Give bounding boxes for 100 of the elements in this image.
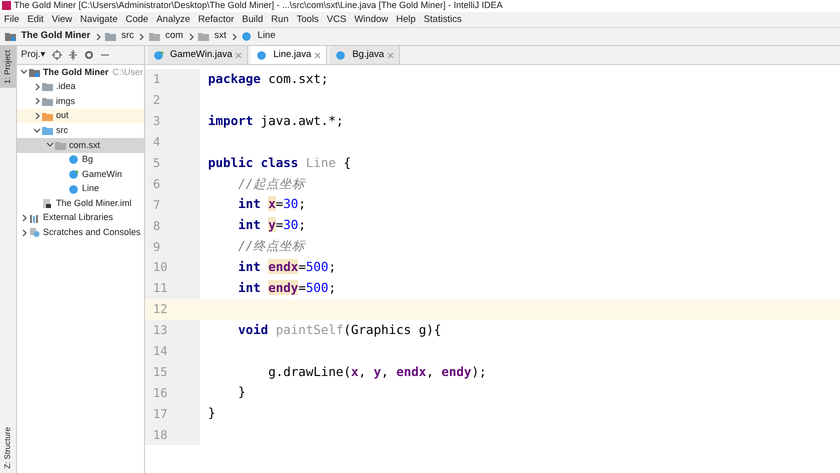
folder-icon bbox=[148, 32, 160, 41]
target-icon[interactable] bbox=[52, 50, 62, 60]
line-number: 6 bbox=[145, 173, 200, 194]
line-number: 11 bbox=[145, 278, 200, 299]
tree-item[interactable]: .idea bbox=[17, 80, 144, 94]
line-number: 2 bbox=[145, 90, 200, 111]
collapse-icon[interactable] bbox=[68, 50, 78, 60]
line-number: 18 bbox=[145, 424, 200, 446]
class-icon bbox=[68, 184, 79, 194]
tree-item[interactable]: out bbox=[17, 108, 144, 124]
tree-item[interactable]: Bg bbox=[17, 152, 144, 168]
editor-tab[interactable]: Bg.java bbox=[330, 46, 400, 64]
panel-title[interactable]: Proj.▾ bbox=[21, 48, 46, 62]
line-number: 13 bbox=[145, 320, 200, 341]
scratch-icon bbox=[29, 228, 40, 238]
menu-item[interactable]: File bbox=[0, 12, 24, 28]
close-icon[interactable] bbox=[314, 52, 322, 58]
tree-item[interactable]: GameWin bbox=[17, 167, 144, 182]
folder-icon bbox=[198, 32, 209, 41]
tree-label: The Gold Miner bbox=[43, 66, 109, 79]
menu-item[interactable]: View bbox=[48, 12, 76, 28]
line-number: 1 bbox=[145, 69, 200, 90]
menu-item[interactable]: Build bbox=[238, 12, 268, 28]
tree-label: src bbox=[56, 124, 68, 137]
settings-icon[interactable] bbox=[84, 50, 94, 60]
tree-label: The Gold Miner.iml bbox=[56, 196, 132, 210]
tool-window-tab[interactable]: Z: Structure bbox=[0, 423, 16, 473]
menu-item[interactable]: Tools bbox=[292, 12, 323, 28]
breadcrumb-item[interactable]: sxt bbox=[214, 29, 226, 44]
line-number: 16 bbox=[145, 382, 200, 404]
tree-item[interactable]: com.sxt bbox=[17, 138, 144, 153]
code-line: g.drawLine(x, y, endx, endy); bbox=[267, 362, 487, 381]
code-line: import java.awt.*; bbox=[207, 112, 344, 130]
code-line: int endx=500; bbox=[237, 258, 336, 276]
menu-item[interactable]: Help bbox=[392, 12, 420, 28]
tree-item[interactable]: Line bbox=[17, 182, 144, 196]
code-line: void paintSelf(Graphics g){ bbox=[237, 320, 442, 339]
editor-tab[interactable]: GameWin.java bbox=[148, 46, 248, 64]
module-icon bbox=[4, 32, 16, 41]
menu-item[interactable]: Edit bbox=[23, 12, 48, 28]
line-number: 17 bbox=[145, 403, 200, 424]
tree-item[interactable]: imgs bbox=[17, 94, 144, 109]
class-icon bbox=[68, 155, 79, 164]
line-number: 9 bbox=[145, 236, 200, 258]
tree-label: imgs bbox=[56, 94, 76, 108]
breadcrumb-item[interactable]: src bbox=[121, 29, 134, 44]
menu-item[interactable]: Analyze bbox=[152, 12, 194, 28]
class-icon bbox=[335, 50, 346, 60]
line-number: 7 bbox=[145, 194, 200, 216]
line-number: 5 bbox=[145, 152, 200, 174]
code-line: } bbox=[237, 383, 246, 402]
menu-item[interactable]: Refactor bbox=[194, 12, 238, 28]
tree-item[interactable]: src bbox=[17, 123, 144, 138]
folder-icon bbox=[42, 96, 53, 106]
code-line: public class Line { bbox=[207, 154, 352, 172]
line-number: 14 bbox=[145, 340, 200, 362]
code-line: int x=30; bbox=[237, 195, 306, 214]
menu-item[interactable]: Code bbox=[122, 12, 152, 28]
menu-item[interactable]: Statistics bbox=[420, 12, 466, 28]
tree-label: .idea bbox=[56, 80, 76, 94]
folder-icon bbox=[42, 112, 53, 121]
code-line: package com.sxt; bbox=[207, 70, 328, 88]
tree-item[interactable]: Scratches and Consoles bbox=[17, 226, 144, 240]
line-number: 10 bbox=[145, 257, 200, 278]
line-number: 15 bbox=[145, 361, 200, 382]
code-line: //终点坐标 bbox=[237, 237, 306, 256]
breadcrumb-item[interactable]: The Gold Miner bbox=[21, 29, 90, 44]
tree-label: com.sxt bbox=[69, 138, 100, 152]
menu-item[interactable]: VCS bbox=[322, 12, 350, 28]
tree-item[interactable]: External Libraries bbox=[17, 210, 144, 226]
file-icon bbox=[42, 199, 53, 208]
tool-window-tab[interactable]: 1: Project bbox=[0, 46, 16, 88]
editor-tab[interactable]: Line.java bbox=[251, 46, 328, 64]
line-number: 4 bbox=[145, 132, 200, 153]
tree-label: GameWin bbox=[82, 168, 122, 181]
menu-item[interactable]: Navigate bbox=[76, 12, 122, 28]
menu-item[interactable]: Run bbox=[267, 12, 293, 28]
folder-icon bbox=[55, 140, 66, 150]
tree-label: out bbox=[56, 109, 69, 122]
code-line: int endy=500; bbox=[237, 278, 336, 297]
code-line: int y=30; bbox=[237, 216, 306, 234]
folder-icon bbox=[105, 32, 116, 41]
runnable-class-icon bbox=[153, 50, 164, 60]
breadcrumb-item[interactable]: Line bbox=[258, 29, 276, 44]
code-line: } bbox=[207, 404, 216, 422]
line-number: 8 bbox=[145, 215, 200, 236]
path-hint: C:\User bbox=[112, 66, 144, 79]
folder-icon bbox=[42, 82, 53, 92]
tree-label: Scratches and Consoles bbox=[43, 226, 141, 240]
tree-item[interactable]: The Gold Miner.iml bbox=[17, 196, 144, 211]
class-icon bbox=[241, 32, 252, 41]
tree-label: External Libraries bbox=[43, 211, 114, 224]
folder-icon bbox=[42, 126, 53, 136]
tree-item[interactable]: The Gold Miner C:\User bbox=[17, 65, 144, 80]
window-title: The Gold Miner [C:\Users\Administrator\Desktop\The Gold Miner] - ...\src\com\sxt\Line.java [The Gold Miner] - IntelliJ IDEA bbox=[14, 0, 503, 10]
menu-item[interactable]: Window bbox=[350, 12, 392, 28]
runnable-class-icon bbox=[68, 170, 79, 179]
app-icon bbox=[2, 1, 11, 10]
breadcrumb-item[interactable]: com bbox=[165, 29, 184, 44]
code-line: //起点坐标 bbox=[237, 174, 306, 193]
